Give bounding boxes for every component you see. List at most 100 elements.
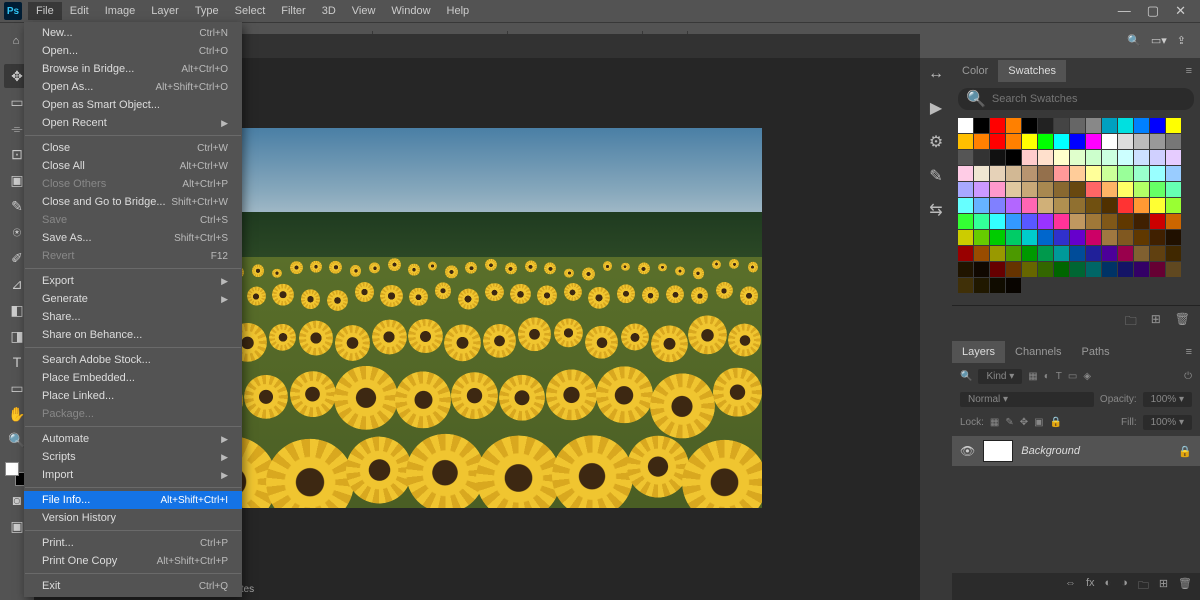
swatches-search[interactable]: 🔍 — [958, 88, 1194, 110]
swatch[interactable] — [1022, 214, 1037, 229]
swatch[interactable] — [1150, 118, 1165, 133]
swatch[interactable] — [1022, 182, 1037, 197]
swatch[interactable] — [1134, 150, 1149, 165]
filter-pixel-icon[interactable]: ▦ — [1028, 371, 1037, 382]
swatch[interactable] — [974, 262, 989, 277]
swatch[interactable] — [1102, 118, 1117, 133]
swatch[interactable] — [1006, 198, 1021, 213]
swatch[interactable] — [1022, 262, 1037, 277]
swatch[interactable] — [1166, 246, 1181, 261]
swatch[interactable] — [1150, 166, 1165, 181]
file-menu-item[interactable]: Open As...Alt+Shift+Ctrl+O — [24, 78, 242, 96]
swatch[interactable] — [958, 214, 973, 229]
swatch[interactable] — [974, 246, 989, 261]
swatches-search-input[interactable] — [992, 93, 1186, 105]
history-panel-icon[interactable]: ↔ — [926, 64, 946, 84]
swatch[interactable] — [1038, 214, 1053, 229]
swatch[interactable] — [974, 150, 989, 165]
swatch[interactable] — [1006, 118, 1021, 133]
swatch[interactable] — [1006, 230, 1021, 245]
swatch[interactable] — [1070, 134, 1085, 149]
swatch[interactable] — [990, 182, 1005, 197]
swatch[interactable] — [1134, 198, 1149, 213]
swatch[interactable] — [958, 134, 973, 149]
menu-help[interactable]: Help — [439, 2, 478, 20]
file-menu-item[interactable]: Search Adobe Stock... — [24, 351, 242, 369]
menu-3d[interactable]: 3D — [314, 2, 344, 20]
swatch[interactable] — [1118, 262, 1133, 277]
swatch[interactable] — [990, 246, 1005, 261]
close-window-button[interactable]: ✕ — [1175, 3, 1186, 19]
new-group-icon[interactable]: 🗀 — [1125, 312, 1137, 333]
swatch[interactable] — [1134, 230, 1149, 245]
swatch[interactable] — [1070, 198, 1085, 213]
swatch[interactable] — [1054, 214, 1069, 229]
swatch[interactable] — [1038, 230, 1053, 245]
swatch[interactable] — [1022, 230, 1037, 245]
swatches-tab[interactable]: Swatches — [998, 60, 1066, 82]
swatch[interactable] — [1054, 118, 1069, 133]
menu-window[interactable]: Window — [383, 2, 438, 20]
filter-shape-icon[interactable]: ▭ — [1068, 371, 1077, 382]
swatch[interactable] — [1166, 134, 1181, 149]
swatch[interactable] — [1118, 134, 1133, 149]
file-menu-item[interactable]: Open Recent▶ — [24, 114, 242, 132]
swatch[interactable] — [974, 214, 989, 229]
swatch[interactable] — [1038, 198, 1053, 213]
new-layer-icon[interactable]: ⊞ — [1159, 577, 1168, 596]
swatch[interactable] — [1150, 134, 1165, 149]
swatch[interactable] — [1086, 182, 1101, 197]
swatch[interactable] — [1086, 262, 1101, 277]
layer-row[interactable]: 👁 Background 🔒 — [952, 436, 1200, 466]
menu-filter[interactable]: Filter — [273, 2, 313, 20]
minimize-button[interactable]: — — [1118, 3, 1131, 19]
swatch[interactable] — [1086, 134, 1101, 149]
swatch[interactable] — [1150, 150, 1165, 165]
new-swatch-icon[interactable]: ⊞ — [1151, 312, 1161, 333]
swatch[interactable] — [1070, 166, 1085, 181]
swatch[interactable] — [1070, 214, 1085, 229]
layers-panel-menu-icon[interactable]: ≡ — [1178, 346, 1200, 358]
swatch[interactable] — [1118, 118, 1133, 133]
file-menu-item[interactable]: Scripts▶ — [24, 448, 242, 466]
file-menu-item[interactable]: Close and Go to Bridge...Shift+Ctrl+W — [24, 193, 242, 211]
swatch[interactable] — [990, 118, 1005, 133]
opacity-value[interactable]: 100% ▾ — [1143, 392, 1192, 407]
filter-toggle[interactable]: ⏻ — [1184, 371, 1192, 382]
search-icon[interactable]: 🔍 — [1127, 34, 1141, 47]
file-menu-item[interactable]: Automate▶ — [24, 430, 242, 448]
layer-fx-icon[interactable]: fx — [1086, 577, 1095, 596]
swatch[interactable] — [1006, 166, 1021, 181]
swatch[interactable] — [990, 134, 1005, 149]
file-menu-item[interactable]: Import▶ — [24, 466, 242, 484]
swatch[interactable] — [1166, 262, 1181, 277]
swatch[interactable] — [1022, 198, 1037, 213]
swatch[interactable] — [1038, 150, 1053, 165]
swatch[interactable] — [990, 166, 1005, 181]
swatch[interactable] — [1102, 198, 1117, 213]
layer-thumbnail[interactable] — [983, 440, 1013, 462]
panel-menu-icon[interactable]: ≡ — [1178, 65, 1200, 77]
menu-file[interactable]: File — [28, 2, 62, 20]
swatch[interactable] — [1150, 262, 1165, 277]
file-menu-item[interactable]: New...Ctrl+N — [24, 24, 242, 42]
swatch[interactable] — [958, 262, 973, 277]
swatch[interactable] — [1166, 150, 1181, 165]
swatch[interactable] — [1166, 230, 1181, 245]
swatch[interactable] — [1118, 230, 1133, 245]
maximize-button[interactable]: ▢ — [1147, 3, 1159, 19]
file-menu-item[interactable]: Save As...Shift+Ctrl+S — [24, 229, 242, 247]
swatch[interactable] — [1022, 134, 1037, 149]
blend-mode-dropdown[interactable]: Normal ▾ — [960, 392, 1094, 407]
swatch[interactable] — [1150, 230, 1165, 245]
swatch[interactable] — [1006, 150, 1021, 165]
swatch[interactable] — [1038, 262, 1053, 277]
swatch[interactable] — [1022, 150, 1037, 165]
swatch[interactable] — [958, 166, 973, 181]
swatch[interactable] — [1102, 230, 1117, 245]
file-menu-item[interactable]: Share... — [24, 308, 242, 326]
file-menu-item[interactable]: File Info...Alt+Shift+Ctrl+I — [24, 491, 242, 509]
file-menu-item[interactable]: Share on Behance... — [24, 326, 242, 344]
layers-tab[interactable]: Layers — [952, 341, 1005, 363]
swatch[interactable] — [1086, 166, 1101, 181]
